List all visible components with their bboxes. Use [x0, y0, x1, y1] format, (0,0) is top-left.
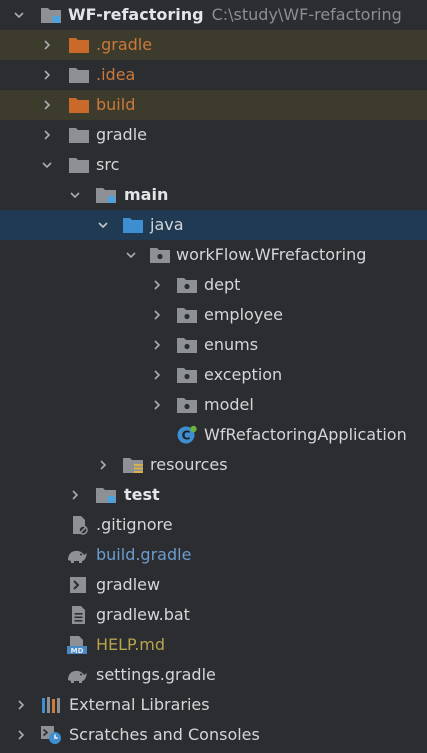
- tree-label: exception: [204, 365, 283, 384]
- scratches-clock-icon: [40, 725, 62, 745]
- tree-node-src[interactable]: src: [0, 150, 427, 180]
- tree-node-scratches[interactable]: Scratches and Consoles: [0, 720, 427, 750]
- tree-label: Scratches and Consoles: [69, 725, 260, 744]
- chevron-right-icon[interactable]: [96, 450, 110, 480]
- package-icon: [176, 365, 198, 385]
- source-set-folder-icon: [95, 185, 117, 205]
- tree-label: .gradle: [96, 35, 153, 54]
- text-file-icon: [68, 605, 90, 625]
- tree-node-gradle[interactable]: gradle: [0, 120, 427, 150]
- tree-node-java[interactable]: java: [0, 210, 427, 240]
- spring-class-icon: C: [176, 425, 198, 445]
- tree-node-enums[interactable]: enums: [0, 330, 427, 360]
- tree-label: src: [96, 155, 120, 174]
- tree-label: main: [124, 185, 169, 204]
- tree-node-package[interactable]: workFlow.WFrefactoring: [0, 240, 427, 270]
- folder-icon: [68, 125, 90, 145]
- tree-node-test[interactable]: test: [0, 480, 427, 510]
- tree-label: resources: [150, 455, 228, 474]
- tree-node-model[interactable]: model: [0, 390, 427, 420]
- chevron-down-icon[interactable]: [40, 150, 54, 180]
- package-icon: [149, 245, 171, 265]
- tree-label: employee: [204, 305, 283, 324]
- tree-node-root[interactable]: WF-refactoring C:\study\WF-refactoring: [0, 0, 427, 30]
- chevron-right-icon[interactable]: [150, 270, 164, 300]
- package-icon: [176, 335, 198, 355]
- source-set-folder-icon: [95, 485, 117, 505]
- root-path: C:\study\WF-refactoring: [211, 5, 402, 24]
- tree-label: External Libraries: [69, 695, 210, 714]
- chevron-right-icon[interactable]: [68, 480, 82, 510]
- tree-label: .gitignore: [96, 515, 173, 534]
- tree-label: gradlew.bat: [96, 605, 190, 624]
- chevron-right-icon[interactable]: [150, 360, 164, 390]
- tree-node-build[interactable]: build: [0, 90, 427, 120]
- root-label: WF-refactoring C:\study\WF-refactoring: [68, 5, 402, 24]
- tree-label: build: [96, 95, 136, 114]
- svg-text:C: C: [182, 429, 191, 443]
- chevron-down-icon[interactable]: [12, 0, 26, 30]
- resources-folder-icon: [122, 455, 144, 475]
- tree-label: .idea: [96, 65, 136, 84]
- tree-label: settings.gradle: [96, 665, 216, 684]
- tree-label: build.gradle: [96, 545, 192, 564]
- libraries-icon: [40, 695, 62, 715]
- chevron-down-icon[interactable]: [96, 210, 110, 240]
- chevron-right-icon[interactable]: [40, 30, 54, 60]
- source-root-folder-icon: [122, 215, 144, 235]
- chevron-right-icon[interactable]: [150, 300, 164, 330]
- package-icon: [176, 275, 198, 295]
- tree-label: gradle: [96, 125, 147, 144]
- chevron-right-icon[interactable]: [14, 690, 28, 720]
- tree-label: dept: [204, 275, 241, 294]
- tree-node-exception[interactable]: exception: [0, 360, 427, 390]
- tree-label: HELP.md: [96, 635, 166, 654]
- tree-label: WfRefactoringApplication: [204, 425, 407, 444]
- chevron-right-icon[interactable]: [40, 60, 54, 90]
- module-folder-icon: [40, 5, 62, 25]
- tree-label: java: [150, 215, 184, 234]
- tree-node-dept[interactable]: dept: [0, 270, 427, 300]
- tree-node-settings-gradle[interactable]: settings.gradle: [0, 660, 427, 690]
- chevron-right-icon[interactable]: [40, 90, 54, 120]
- markdown-file-icon: MD: [66, 635, 88, 655]
- chevron-down-icon[interactable]: [68, 180, 82, 210]
- tree-label: enums: [204, 335, 259, 354]
- tree-node-main[interactable]: main: [0, 180, 427, 210]
- package-icon: [176, 305, 198, 325]
- tree-node-dot-gradle[interactable]: .gradle: [0, 30, 427, 60]
- tree-node-app-class[interactable]: C WfRefactoringApplication: [0, 420, 427, 450]
- svg-text:MD: MD: [71, 647, 84, 655]
- package-icon: [176, 395, 198, 415]
- ignore-file-icon: [68, 515, 90, 535]
- tree-node-build-gradle[interactable]: build.gradle: [0, 540, 427, 570]
- folder-excluded-icon: [68, 95, 90, 115]
- tree-node-external-libraries[interactable]: External Libraries: [0, 690, 427, 720]
- tree-label: workFlow.WFrefactoring: [176, 245, 367, 264]
- tree-label: gradlew: [96, 575, 161, 594]
- tree-node-idea[interactable]: .idea: [0, 60, 427, 90]
- chevron-right-icon[interactable]: [150, 390, 164, 420]
- gradle-elephant-icon: [66, 545, 88, 565]
- tree-label: test: [124, 485, 160, 504]
- tree-node-gitignore[interactable]: .gitignore: [0, 510, 427, 540]
- tree-node-help-md[interactable]: MD HELP.md: [0, 630, 427, 660]
- folder-icon: [68, 155, 90, 175]
- project-tree: WF-refactoring C:\study\WF-refactoring .g…: [0, 0, 427, 750]
- tree-node-employee[interactable]: employee: [0, 300, 427, 330]
- tree-node-gradlew[interactable]: gradlew: [0, 570, 427, 600]
- chevron-down-icon[interactable]: [124, 240, 138, 270]
- chevron-right-icon[interactable]: [40, 120, 54, 150]
- chevron-right-icon[interactable]: [150, 330, 164, 360]
- shell-script-icon: [68, 575, 90, 595]
- folder-excluded-icon: [68, 35, 90, 55]
- tree-node-gradlew-bat[interactable]: gradlew.bat: [0, 600, 427, 630]
- tree-node-resources[interactable]: resources: [0, 450, 427, 480]
- folder-icon: [68, 65, 90, 85]
- chevron-right-icon[interactable]: [14, 720, 28, 750]
- tree-label: model: [204, 395, 254, 414]
- gradle-elephant-icon: [66, 665, 88, 685]
